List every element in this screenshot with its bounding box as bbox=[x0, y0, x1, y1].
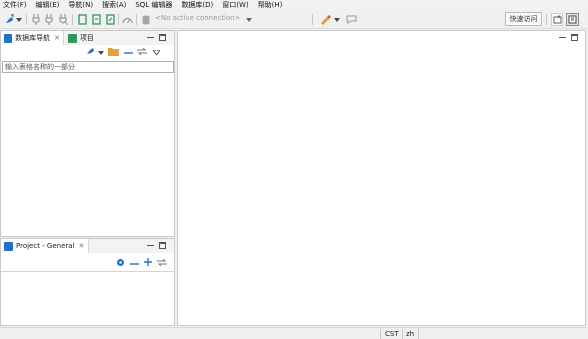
connect-icon[interactable] bbox=[31, 13, 41, 26]
tab-projects[interactable]: 项目 bbox=[65, 31, 97, 45]
project-icon bbox=[4, 241, 13, 251]
menu-file[interactable]: 文件(F) bbox=[3, 0, 27, 10]
project-tab-strip: Project - General ✕ bbox=[1, 239, 174, 253]
timezone-indicator: CST bbox=[385, 330, 399, 338]
connection-dropdown-icon[interactable] bbox=[245, 13, 252, 26]
status-separator bbox=[402, 329, 403, 339]
maximize-icon[interactable] bbox=[159, 242, 166, 249]
menu-help[interactable]: 帮助(H) bbox=[258, 0, 283, 10]
editor-area bbox=[177, 30, 586, 326]
collapse-all-icon[interactable] bbox=[124, 48, 133, 57]
menu-edit[interactable]: 编辑(E) bbox=[36, 0, 60, 10]
sql-editor-dropdown-icon[interactable] bbox=[333, 13, 340, 26]
menu-window[interactable]: 窗口(W) bbox=[222, 0, 248, 10]
toolbar-separator bbox=[118, 14, 119, 25]
main-toolbar: <No active connection> 快速访问 bbox=[0, 10, 588, 29]
menu-navigate[interactable]: 导航(N) bbox=[68, 0, 93, 10]
configure-icon[interactable] bbox=[116, 258, 125, 269]
panel-window-controls bbox=[147, 242, 166, 249]
toolbar-separator bbox=[136, 14, 137, 25]
status-separator bbox=[380, 329, 381, 339]
navigator-tab-strip: 数据库导航 ✕ 项目 bbox=[1, 31, 174, 45]
tab-label: Project - General bbox=[16, 242, 75, 250]
panel-divider bbox=[1, 271, 174, 272]
new-connection-icon[interactable] bbox=[3, 13, 15, 26]
invalidate-reconnect-icon[interactable] bbox=[58, 13, 68, 26]
dbeaver-perspective-icon[interactable] bbox=[566, 13, 579, 26]
minimize-icon[interactable] bbox=[559, 34, 566, 41]
editor-window-controls bbox=[559, 34, 578, 41]
link-with-editor-icon[interactable] bbox=[157, 258, 167, 268]
maximize-icon[interactable] bbox=[571, 34, 578, 41]
tab-project-general[interactable]: Project - General ✕ bbox=[1, 239, 89, 253]
menu-sql-editor[interactable]: SQL 编辑器 bbox=[135, 0, 172, 10]
project-general-panel: Project - General ✕ bbox=[0, 238, 175, 326]
menu-bar: 文件(F) 编辑(E) 导航(N) 搜索(A) SQL 编辑器 数据库(D) 窗… bbox=[0, 0, 588, 10]
tab-label: 数据库导航 bbox=[15, 34, 51, 42]
menu-search[interactable]: 搜索(A) bbox=[102, 0, 126, 10]
open-perspective-icon[interactable] bbox=[551, 13, 563, 26]
new-connection-dropdown-icon[interactable] bbox=[15, 13, 22, 26]
close-icon[interactable]: ✕ bbox=[54, 34, 60, 42]
tab-label: 项目 bbox=[80, 34, 94, 42]
disconnect-icon[interactable] bbox=[44, 13, 54, 26]
project-toolbar bbox=[116, 258, 167, 268]
panel-window-controls bbox=[147, 34, 166, 41]
maximize-icon[interactable] bbox=[159, 34, 166, 41]
expand-icon[interactable] bbox=[144, 258, 152, 268]
database-icon bbox=[141, 13, 151, 26]
active-connection-label[interactable]: <No active connection> bbox=[155, 14, 241, 22]
toolbar-separator bbox=[72, 14, 73, 25]
menu-database[interactable]: 数据库(D) bbox=[181, 0, 213, 10]
tab-database-navigator[interactable]: 数据库导航 ✕ bbox=[1, 31, 64, 45]
transaction-mode-icon[interactable] bbox=[105, 13, 115, 26]
navigator-toolbar bbox=[86, 46, 161, 58]
performance-icon[interactable] bbox=[121, 13, 133, 26]
toolbar-separator bbox=[312, 14, 313, 25]
status-separator bbox=[418, 329, 419, 339]
minimize-icon[interactable] bbox=[147, 242, 154, 249]
navigate-back-icon[interactable] bbox=[345, 13, 357, 26]
commit-icon[interactable] bbox=[77, 13, 87, 26]
collapse-all-icon[interactable] bbox=[130, 259, 139, 268]
new-folder-icon[interactable] bbox=[108, 47, 119, 58]
new-connection-icon[interactable] bbox=[86, 46, 96, 58]
new-connection-dropdown-icon[interactable] bbox=[98, 48, 104, 57]
sql-editor-icon[interactable] bbox=[318, 13, 332, 26]
toolbar-separator bbox=[546, 14, 547, 25]
rollback-icon[interactable] bbox=[91, 13, 101, 26]
toolbar-separator bbox=[26, 14, 27, 25]
database-navigator-icon bbox=[4, 33, 13, 43]
status-bar: CST zh bbox=[0, 327, 588, 339]
quick-access-field[interactable]: 快速访问 bbox=[505, 12, 542, 26]
database-navigator-panel: 数据库导航 ✕ 项目 输入表格名称的一部分 bbox=[0, 30, 175, 237]
close-icon[interactable]: ✕ bbox=[79, 242, 85, 250]
locale-indicator: zh bbox=[406, 330, 415, 338]
project-icon bbox=[68, 33, 77, 43]
table-name-filter-input[interactable]: 输入表格名称的一部分 bbox=[2, 61, 174, 73]
link-with-editor-icon[interactable] bbox=[137, 47, 147, 57]
view-menu-icon[interactable] bbox=[152, 48, 161, 57]
minimize-icon[interactable] bbox=[147, 34, 154, 41]
